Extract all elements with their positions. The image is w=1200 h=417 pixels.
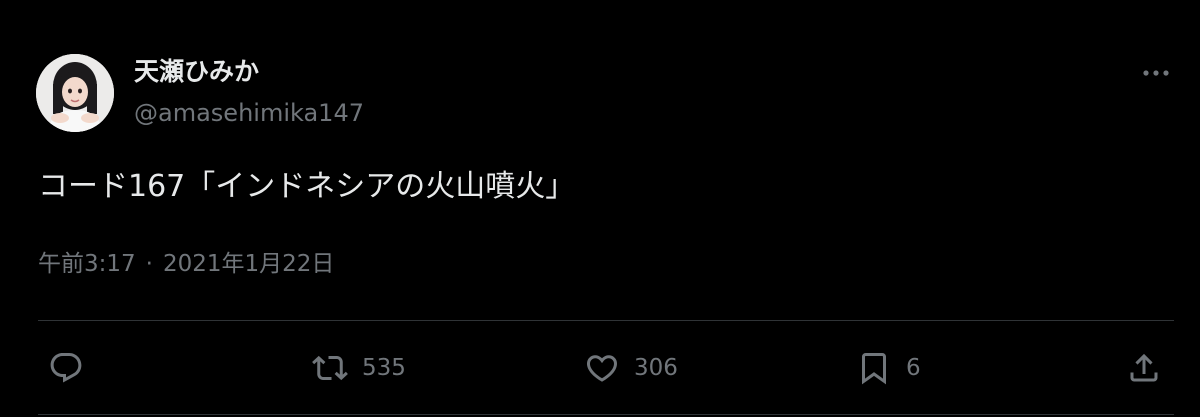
retweet-count: 535 [362,355,406,381]
author-avatar[interactable] [36,54,114,132]
share-icon [1130,353,1158,382]
tweet-time[interactable]: 午前3:17 [38,248,136,280]
heart-icon [586,355,618,382]
reply-icon [50,353,82,383]
share-button[interactable] [1126,348,1176,388]
like-button[interactable]: 306 [584,348,678,388]
like-count: 306 [634,355,678,381]
reply-button[interactable] [48,348,98,388]
more-dots-icon [1143,70,1169,76]
bookmark-count: 6 [906,355,921,381]
author-handle[interactable]: @amasehimika147 [134,98,364,128]
retweet-icon [312,355,348,381]
meta-separator: · [145,251,153,277]
author-display-name[interactable]: 天瀬ひみか [134,56,259,88]
retweet-button[interactable]: 535 [312,348,406,388]
tweet-date[interactable]: 2021年1月22日 [163,248,334,280]
tweet-text: コード167「インドネシアの火山噴火」 [38,169,576,204]
divider [38,320,1174,321]
divider-bottom [38,414,1174,415]
tweet-meta: 午前3:17 · 2021年1月22日 [38,248,334,280]
bookmark-icon [862,353,886,385]
tweet-card: 天瀬ひみか @amasehimika147 コード167「インドネシアの火山噴火… [0,0,1200,417]
avatar-photo-icon [36,54,114,132]
more-options-button[interactable] [1136,58,1176,88]
bookmark-button[interactable]: 6 [856,348,921,388]
